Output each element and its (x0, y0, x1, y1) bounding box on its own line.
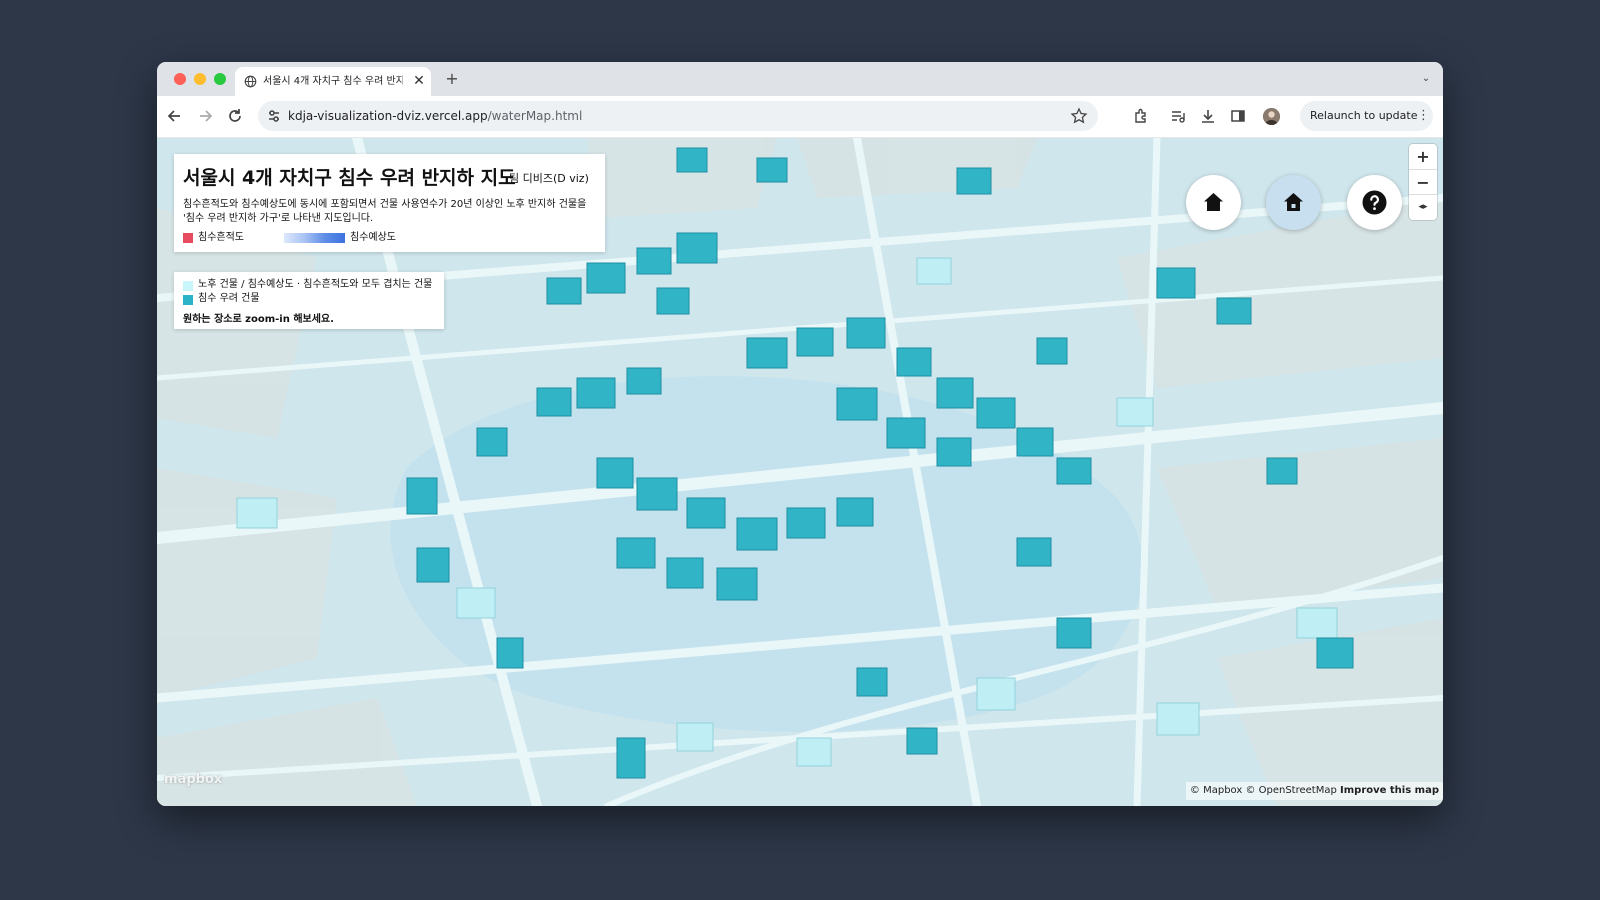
old-building-label: 노후 건물 / 침수예상도 · 침수흔적도와 모두 겹치는 건물 (198, 279, 433, 290)
back-arrow-icon[interactable] (166, 107, 184, 125)
forward-arrow-icon[interactable] (196, 107, 214, 125)
home-button[interactable] (1186, 175, 1241, 230)
description-line-2: '침수 우려 반지하 가구'로 나타낸 지도입니다. (183, 213, 374, 224)
new-tab-button[interactable]: + (443, 70, 461, 88)
side-panel-icon[interactable] (1229, 107, 1247, 125)
help-button[interactable] (1347, 175, 1402, 230)
relaunch-button[interactable]: Relaunch to update ⋮ (1300, 101, 1433, 131)
flood-forecast-label: 침수예상도 (350, 232, 396, 243)
flood-trace-label: 침수흔적도 (198, 232, 244, 243)
globe-icon (244, 75, 257, 88)
reload-icon[interactable] (226, 107, 244, 125)
download-icon[interactable] (1199, 107, 1217, 125)
tab-bar: 서울시 4개 자치구 침수 우려 반지하 ✕ + ⌄ (157, 62, 1443, 96)
browser-menu-icon[interactable]: ⋮ (1417, 101, 1430, 131)
extensions-puzzle-icon[interactable] (1132, 107, 1150, 125)
tab-close-icon[interactable]: ✕ (411, 73, 427, 89)
relaunch-label: Relaunch to update (1310, 109, 1418, 122)
legend-panel: 노후 건물 / 침수예상도 · 침수흔적도와 모두 겹치는 건물 침수 우려 건… (174, 272, 444, 329)
zoom-out-button[interactable]: − (1409, 169, 1437, 195)
flood-forecast-gradient (284, 233, 345, 243)
tab-title: 서울시 4개 자치구 침수 우려 반지하 (263, 76, 403, 87)
flood-trace-swatch (183, 233, 193, 243)
url-path: /waterMap.html (487, 109, 583, 123)
url-text[interactable]: kdja-visualization-dviz.vercel.app/water… (288, 108, 582, 124)
team-credit: 팀 디비즈(D viz) (509, 172, 589, 185)
map-viewport[interactable]: 서울시 4개 자치구 침수 우려 반지하 지도 팀 디비즈(D viz) 침수흔… (157, 138, 1443, 806)
improve-map-link[interactable]: Improve this map (1340, 785, 1439, 796)
minimize-window-button[interactable] (194, 73, 206, 85)
site-settings-icon[interactable] (264, 106, 284, 126)
mapbox-logo[interactable]: mapbox (164, 770, 222, 790)
browser-window: 서울시 4개 자치구 침수 우려 반지하 ✕ + ⌄ kdja-visualiz… (157, 62, 1443, 806)
compass-button[interactable]: ◂▸ (1409, 194, 1437, 220)
house-pin-icon (1284, 193, 1303, 211)
maximize-window-button[interactable] (214, 73, 226, 85)
old-building-swatch (183, 281, 193, 291)
bookmark-star-icon[interactable] (1070, 107, 1088, 125)
home-icon (1204, 193, 1223, 211)
media-control-icon[interactable] (1169, 107, 1187, 125)
map-description: 침수흔적도와 침수예상도에 동시에 포함되면서 건물 사용연수가 20년 이상인… (183, 198, 599, 226)
question-icon (1362, 190, 1387, 215)
browser-toolbar: kdja-visualization-dviz.vercel.app/water… (157, 96, 1443, 138)
browser-tab[interactable]: 서울시 4개 자치구 침수 우려 반지하 ✕ (235, 67, 431, 96)
profile-photo-icon (1263, 108, 1280, 125)
home-location-button[interactable] (1266, 175, 1321, 230)
title-panel: 서울시 4개 자치구 침수 우려 반지하 지도 팀 디비즈(D viz) 침수흔… (174, 154, 605, 252)
risk-building-label: 침수 우려 건물 (198, 293, 260, 304)
profile-avatar[interactable] (1263, 108, 1280, 125)
close-window-button[interactable] (174, 73, 186, 85)
risk-building-swatch (183, 295, 193, 305)
address-bar[interactable]: kdja-visualization-dviz.vercel.app/water… (258, 101, 1098, 131)
zoom-hint: 원하는 장소로 zoom-in 해보세요. (183, 314, 334, 325)
tab-search-button[interactable]: ⌄ (1417, 70, 1435, 88)
map-attribution: © Mapbox © OpenStreetMap Improve this ma… (1185, 782, 1443, 800)
attribution-text[interactable]: © Mapbox © OpenStreetMap (1190, 785, 1337, 796)
zoom-in-button[interactable]: + (1409, 144, 1437, 169)
page-title: 서울시 4개 자치구 침수 우려 반지하 지도 (183, 167, 516, 189)
description-line-1: 침수흔적도와 침수예상도에 동시에 포함되면서 건물 사용연수가 20년 이상인… (183, 199, 587, 210)
zoom-controls: + − ◂▸ (1409, 144, 1437, 220)
url-domain: kdja-visualization-dviz.vercel.app (288, 109, 488, 123)
